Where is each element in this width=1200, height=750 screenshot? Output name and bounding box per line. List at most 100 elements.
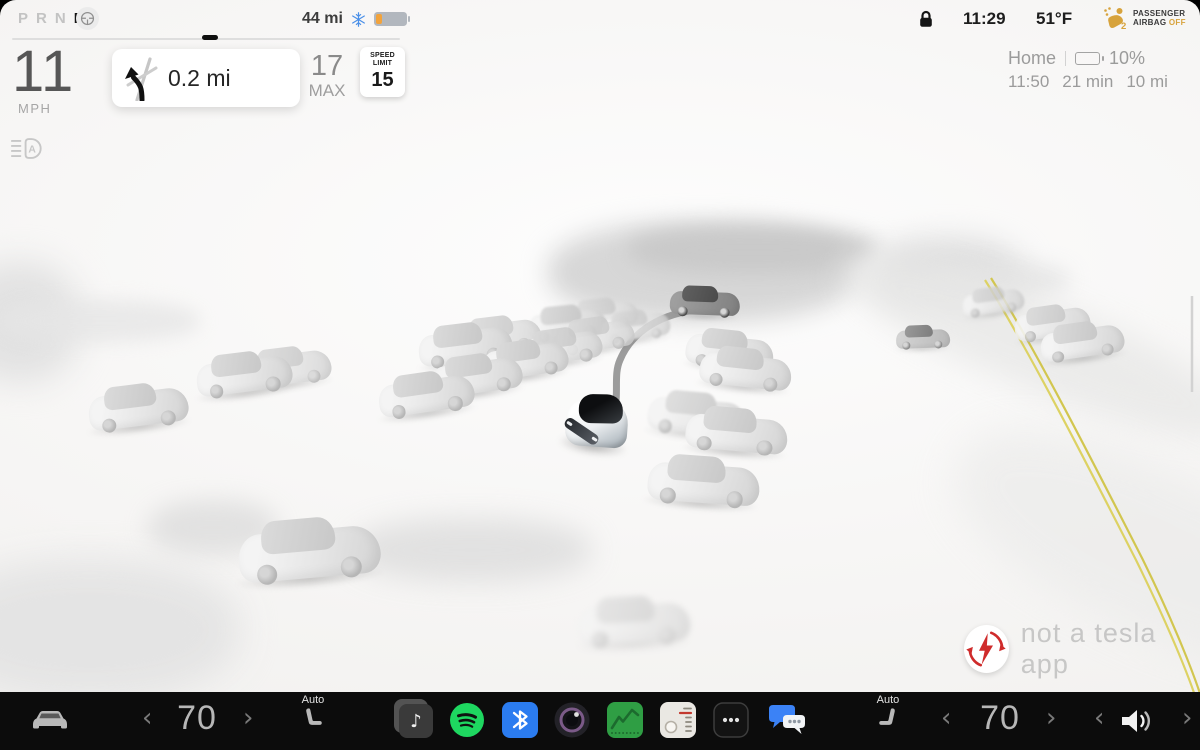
watermark-text: not a tesla app <box>1021 618 1200 680</box>
speaker-icon <box>1118 707 1158 735</box>
distance-remaining: 10 mi <box>1126 72 1168 92</box>
oncoming-vehicle <box>896 324 951 349</box>
range-value: 44 mi <box>302 10 343 28</box>
svg-text:A: A <box>28 145 36 156</box>
gear-indicator[interactable]: P R N D <box>18 10 85 27</box>
lock-icon <box>919 10 933 28</box>
parked-car <box>86 378 190 432</box>
messages-app-icon[interactable] <box>767 702 807 738</box>
messages-icon <box>767 702 807 736</box>
arrival-time: 11:50 <box>1008 72 1049 92</box>
car-icon <box>30 707 70 733</box>
auto-highbeam-icon: A <box>10 136 44 161</box>
spotify-icon <box>449 702 485 738</box>
turn-distance: 0.2 mi <box>168 65 231 92</box>
speed-limit-value: 15 <box>360 69 405 92</box>
speed-unit: MPH <box>18 101 51 116</box>
steering-wheel-icon <box>80 11 95 26</box>
parked-car <box>646 452 761 507</box>
arrival-battery-pct: 10% <box>1109 48 1145 69</box>
battery-fill <box>376 14 382 24</box>
radio-app-icon[interactable] <box>660 702 696 738</box>
gear-p[interactable]: P <box>18 10 28 27</box>
lock-indicator <box>919 10 933 33</box>
passenger-temp-down-button[interactable]: ‹ <box>941 703 951 733</box>
passenger-airbag-indicator: 2 PASSENGER AIRBAG OFF <box>1102 6 1186 30</box>
driver-temp-down-button[interactable]: ‹ <box>142 703 152 733</box>
airbag-status: OFF <box>1169 18 1186 27</box>
passenger-temp-up-button[interactable]: › <box>1046 703 1056 733</box>
snowflake-icon <box>350 11 367 28</box>
max-speed-value: 17 <box>302 51 352 81</box>
volume-down-button[interactable]: ‹ <box>1094 703 1104 733</box>
seat-icon <box>301 707 325 731</box>
charts-icon <box>607 702 643 738</box>
arrival-battery-icon <box>1075 52 1100 65</box>
parked-car <box>194 346 294 398</box>
bluetooth-icon <box>502 702 538 738</box>
svg-text:2: 2 <box>1121 21 1126 30</box>
trip-separator <box>1065 51 1066 66</box>
airbag-text: PASSENGER AIRBAG OFF <box>1133 9 1186 28</box>
seat-icon <box>876 707 900 731</box>
trip-destination: Home <box>1008 48 1056 69</box>
terrain-shade <box>628 226 878 274</box>
vehicle-controls-button[interactable] <box>30 707 70 738</box>
passenger-seat-auto-label: Auto <box>870 694 906 706</box>
tesla-screen: not a tesla app P R N D 44 mi <box>0 0 1200 750</box>
speed-limit-title-1: SPEED <box>360 52 405 60</box>
autopilot-steering-button[interactable] <box>76 7 99 30</box>
parked-car <box>577 593 691 646</box>
auto-highbeam-indicator: A <box>10 136 44 166</box>
clock: 11:29 <box>963 9 1006 29</box>
stop-marker-dash <box>202 35 218 40</box>
media-player-app-icon[interactable]: ♪ <box>397 702 433 738</box>
charts-app-icon[interactable] <box>607 702 643 738</box>
speed-limit-sign: SPEED LIMIT 15 <box>360 47 405 97</box>
terrain-shade <box>352 518 592 582</box>
driver-temp-value[interactable]: 70 <box>167 699 227 738</box>
turn-instruction-card[interactable]: 0.2 mi <box>112 49 300 107</box>
spotify-app-icon[interactable] <box>449 702 485 738</box>
airbag-icon: 2 <box>1102 6 1128 30</box>
parked-car <box>684 404 789 456</box>
media-front-layer: ♪ <box>399 704 433 738</box>
battery-level-icon <box>374 12 407 26</box>
parked-car <box>236 512 383 584</box>
ego-glass-roof <box>579 394 623 424</box>
bottom-dock: ‹ 70 › Auto ♪ <box>0 692 1200 750</box>
gear-r[interactable]: R <box>36 10 47 27</box>
trip-summary[interactable]: Home 10% 11:50 21 min 10 mi <box>1008 48 1168 92</box>
time-remaining: 21 min <box>1062 72 1113 92</box>
ego-vehicle <box>562 388 634 456</box>
dashcam-viewer-app-icon[interactable] <box>554 702 590 738</box>
passenger-temp-value[interactable]: 70 <box>970 699 1030 738</box>
max-speed-indicator: 17 MAX <box>302 51 352 101</box>
gear-n[interactable]: N <box>55 10 66 27</box>
battery-range-group[interactable]: 44 mi <box>302 10 407 28</box>
radio-tuner-icon <box>660 702 696 738</box>
watermark: not a tesla app <box>964 618 1200 680</box>
current-speed: 11 <box>12 38 74 105</box>
volume-indicator[interactable] <box>1118 707 1158 740</box>
airbag-line2: AIRBAG <box>1133 18 1166 27</box>
camera-lens-icon <box>554 702 590 738</box>
volume-up-button[interactable]: › <box>1182 703 1192 733</box>
not-a-tesla-app-logo-icon <box>964 625 1009 673</box>
parked-car <box>376 366 477 419</box>
speed-limit-title-2: LIMIT <box>360 60 405 68</box>
airbag-line1: PASSENGER <box>1133 9 1186 19</box>
all-apps-button[interactable] <box>713 702 749 738</box>
passenger-seat-heater-button[interactable]: Auto <box>870 694 906 736</box>
driver-temp-up-button[interactable]: › <box>243 703 253 733</box>
turn-left-arrow-icon <box>120 55 162 101</box>
bluetooth-app-icon[interactable] <box>502 702 538 738</box>
music-note-icon: ♪ <box>410 711 422 732</box>
driving-visualization[interactable]: not a tesla app P R N D 44 mi <box>0 0 1200 692</box>
driver-seat-heater-button[interactable]: Auto <box>295 694 331 736</box>
parked-car <box>698 343 794 391</box>
outside-temperature: 51°F <box>1036 9 1072 29</box>
max-speed-label: MAX <box>302 81 352 101</box>
terrain-shade <box>0 300 200 342</box>
terrain-shade <box>0 560 240 692</box>
